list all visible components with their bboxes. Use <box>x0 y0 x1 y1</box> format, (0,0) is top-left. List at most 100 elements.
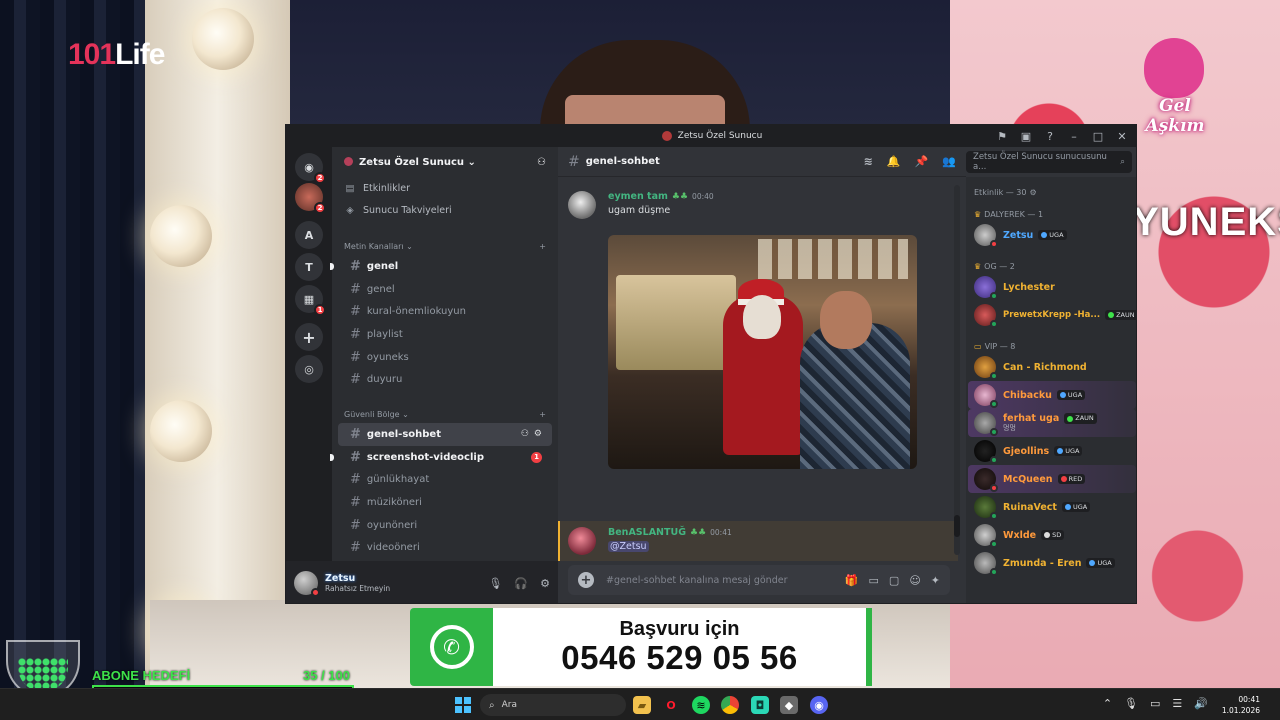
gift-icon[interactable]: 🎁 <box>845 574 859 587</box>
message-composer[interactable]: + #genel-sohbet kanalına mesaj gönder 🎁 … <box>568 565 950 595</box>
add-channel-icon[interactable]: + <box>539 410 546 419</box>
threads-icon[interactable]: ≋ <box>864 155 873 168</box>
events-link[interactable]: ▤ Etkinlikler <box>332 177 558 199</box>
close-button[interactable]: ✕ <box>1110 125 1134 147</box>
timestamp: 00:41 <box>710 528 732 537</box>
member-item[interactable]: Can - Richmond <box>968 353 1136 381</box>
channel-gunlukhayat[interactable]: # günlükhayat <box>338 469 552 492</box>
headphones-icon[interactable]: 🎧 <box>514 577 528 590</box>
add-attachment-icon[interactable]: + <box>578 572 594 588</box>
member-item[interactable]: ferhat uga ZAUN 멍멍 <box>968 409 1136 437</box>
discord-home-icon[interactable]: ◉ 2 <box>295 153 326 184</box>
explore-icon[interactable]: ◎ <box>295 355 323 383</box>
member-item[interactable]: PrewetxKrepp -Ha... ZAUN <box>968 301 1136 329</box>
guild-tag: UGA <box>1061 502 1091 512</box>
server-t[interactable]: T <box>295 253 323 281</box>
maximize-button[interactable]: □ <box>1086 125 1110 147</box>
network-icon[interactable]: ☰ <box>1172 697 1182 710</box>
chrome-icon[interactable] <box>721 696 739 714</box>
server-folder[interactable]: ▦ 1 <box>295 285 326 316</box>
channel-duyuru[interactable]: # duyuru <box>338 368 552 391</box>
volume-icon[interactable]: 🔊 <box>1194 697 1208 710</box>
message-image[interactable] <box>608 235 917 469</box>
invite-icon[interactable]: ⚇ <box>537 157 546 168</box>
channel-kural[interactable]: # kural-önemliokuyun <box>338 300 552 323</box>
member-item[interactable]: Zmunda - Eren UGA <box>968 549 1136 577</box>
member-item[interactable]: McQueen RED <box>968 465 1136 493</box>
avatar <box>974 524 998 548</box>
channel-genel-sohbet[interactable]: # genel-sohbet ⚇ ⚙ <box>338 423 552 446</box>
gif-icon[interactable]: ▭ <box>869 574 879 587</box>
guild-tag: UGA <box>1038 230 1067 240</box>
server-avatar[interactable]: 2 <box>295 183 326 214</box>
file-explorer-icon[interactable]: ▰ <box>633 696 651 714</box>
pin-icon[interactable]: 📌 <box>915 155 929 168</box>
channel-genel[interactable]: # genel <box>330 255 552 278</box>
emoji-icon[interactable]: ☺ <box>909 574 920 587</box>
avatar <box>974 304 998 328</box>
scrollbar-thumb[interactable] <box>954 515 960 537</box>
sticker-icon[interactable]: ▢ <box>889 574 899 587</box>
help-icon[interactable]: ? <box>1038 125 1062 147</box>
gear-icon[interactable]: ⚙ <box>534 429 542 439</box>
clock[interactable]: 00:41 1.01.2026 <box>1222 694 1260 716</box>
start-button[interactable] <box>455 697 471 713</box>
microphone-icon[interactable]: 🎙 <box>1124 697 1138 710</box>
member-item[interactable]: Lychester <box>968 273 1136 301</box>
category-text-channels[interactable]: Metin Kanalları ⌄ + <box>332 237 558 255</box>
server-header[interactable]: Zetsu Özel Sunucu ⌄ ⚇ <box>332 147 558 177</box>
chat-scrollbar[interactable] <box>954 185 960 555</box>
avatar[interactable] <box>294 571 320 597</box>
minimize-button[interactable]: – <box>1062 125 1086 147</box>
gear-icon[interactable]: ⚙ <box>1029 188 1036 197</box>
channel-muzikoneri[interactable]: # müzikönerі <box>338 491 552 514</box>
member-item[interactable]: Wxlde SD <box>968 521 1136 549</box>
server-icon <box>344 156 353 166</box>
avatar[interactable] <box>568 191 596 219</box>
channel-oyuneks[interactable]: # oyuneks <box>338 346 552 369</box>
channel-oyunoneri[interactable]: # oyunöneri <box>338 514 552 537</box>
boosts-link[interactable]: ◈ Sunucu Takviyeleri <box>332 199 558 221</box>
app-icon-2[interactable]: ◆ <box>780 696 798 714</box>
role-group: ♛ OG — 2 <box>974 261 1015 271</box>
message-author[interactable]: eymen tam <box>608 191 668 202</box>
search-input[interactable]: Zetsu Özel Sunucu sunucusunu a... ⌕ <box>966 151 1132 173</box>
app-icon[interactable]: ◘ <box>751 696 769 714</box>
channel-screenshot-videoclip[interactable]: # screenshot-videoclip 1 <box>330 446 552 469</box>
microphone-icon[interactable]: 🎙 <box>488 577 502 590</box>
apps-icon[interactable]: ✦ <box>931 574 940 587</box>
server-name: Zetsu Özel Sunucu <box>359 156 464 168</box>
member-item[interactable]: RuinaVect UGA <box>968 493 1136 521</box>
channel-playlist[interactable]: # playlist <box>338 323 552 346</box>
add-server-icon[interactable]: + <box>295 323 323 351</box>
chevron-up-icon[interactable]: ⌃ <box>1103 697 1112 710</box>
channel-videooneri[interactable]: # videoöneri <box>338 537 552 560</box>
avatar[interactable] <box>568 527 596 555</box>
member-item[interactable]: Gjeollins UGA <box>968 437 1136 465</box>
bell-icon[interactable]: 🔔 <box>887 155 901 168</box>
spotify-icon[interactable]: ≋ <box>692 696 710 714</box>
discord-icon[interactable]: ◉ <box>810 696 828 714</box>
add-channel-icon[interactable]: + <box>539 242 546 251</box>
guild-tag: SD <box>1041 530 1065 540</box>
chevron-down-icon: ⌄ <box>467 156 476 168</box>
inbox-icon[interactable]: ⚑ <box>990 125 1014 147</box>
member-item[interactable]: Zetsu UGA <box>968 221 1136 249</box>
avatar <box>974 356 998 380</box>
taskbar-search[interactable]: ⌕ Ara <box>480 694 626 716</box>
screen-icon[interactable]: ▣ <box>1014 125 1038 147</box>
message-author[interactable]: BenASLANTUĞ <box>608 527 686 538</box>
members-icon[interactable]: 👥 <box>942 155 956 168</box>
server-rail: ◉ 2 2 A T ▦ 1 + ◎ <box>286 147 332 603</box>
display-icon[interactable]: ▭ <box>1150 697 1160 710</box>
gear-icon[interactable]: ⚙ <box>540 577 550 590</box>
invite-icon[interactable]: ⚇ <box>521 429 529 439</box>
opera-icon[interactable]: O <box>662 696 680 714</box>
user-mention[interactable]: @Zetsu <box>608 541 649 552</box>
member-item[interactable]: Chibacku UGA <box>968 381 1136 409</box>
channel-title: genel-sohbet <box>585 156 660 167</box>
channel-genel-2[interactable]: # genel <box>338 278 552 301</box>
category-safe-zone[interactable]: Güvenli Bölge ⌄ + <box>332 405 558 423</box>
avatar <box>974 496 998 520</box>
server-a[interactable]: A <box>295 221 323 249</box>
